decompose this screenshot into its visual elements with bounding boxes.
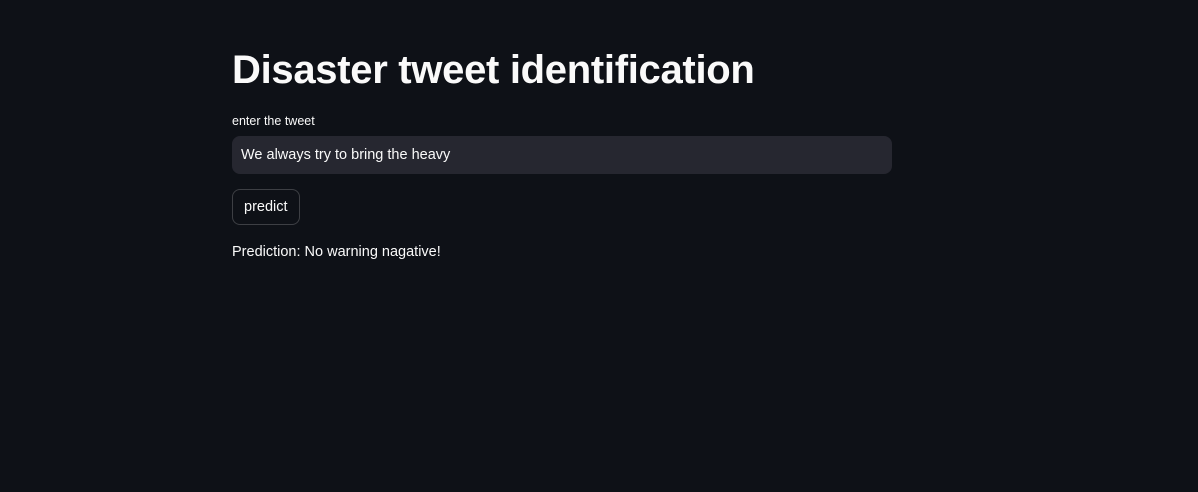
page-title: Disaster tweet identification xyxy=(232,48,755,92)
predict-button[interactable]: predict xyxy=(232,189,300,225)
tweet-input-label: enter the tweet xyxy=(232,114,315,128)
prediction-result: Prediction: No warning nagative! xyxy=(232,244,441,260)
tweet-input[interactable] xyxy=(232,136,892,174)
